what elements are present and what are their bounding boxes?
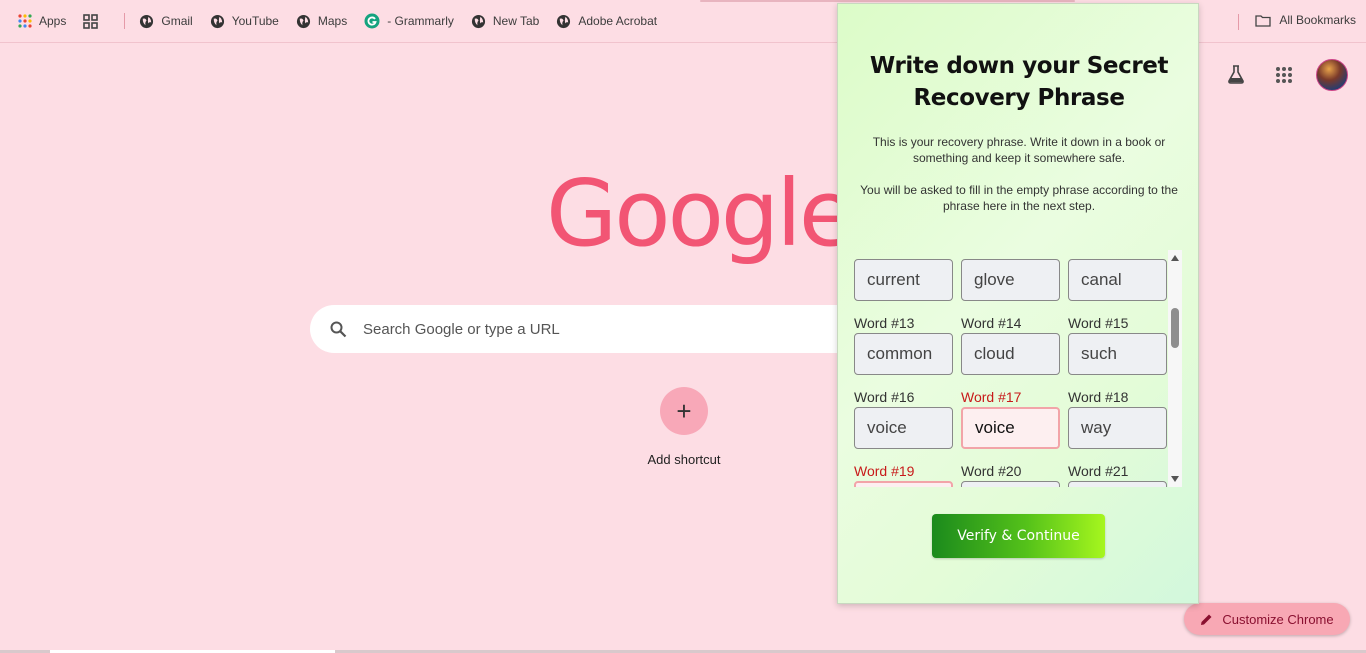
word-label: Word #18 [1068, 389, 1129, 405]
verify-continue-button[interactable]: Verify & Continue [932, 514, 1105, 558]
word-input[interactable]: glove [961, 259, 1060, 301]
word-label: Word #20 [961, 463, 1022, 479]
word-input[interactable] [961, 481, 1060, 487]
word-label: Word #15 [1068, 315, 1129, 331]
word-cell: Word #16 voice [854, 389, 953, 449]
labs-flask-icon[interactable] [1226, 64, 1246, 89]
word-label: Word #21 [1068, 463, 1129, 479]
globe-icon [210, 14, 225, 29]
word-label [1068, 250, 1167, 259]
bookmark-new-tab[interactable]: New Tab [471, 14, 539, 29]
word-cell: glove [961, 250, 1060, 301]
word-cell: Word #13 common [854, 315, 953, 375]
word-input[interactable]: cloud [961, 333, 1060, 375]
profile-avatar[interactable] [1316, 59, 1348, 91]
bookmark-youtube[interactable]: YouTube [210, 14, 279, 29]
popup-instructions-2: You will be asked to fill in the empty p… [860, 183, 1178, 213]
bookmarks-divider [124, 13, 126, 29]
word-cell: Word #15 such [1068, 315, 1167, 375]
word-input[interactable]: current [854, 259, 953, 301]
word-label: Word #19 [854, 463, 915, 479]
bookmark-adobe-acrobat[interactable]: Adobe Acrobat [556, 14, 657, 29]
pencil-icon [1200, 613, 1213, 626]
word-label: Word #13 [854, 315, 915, 331]
word-label: Word #17 [961, 389, 1022, 405]
word-label: Word #16 [854, 389, 915, 405]
word-grid-scrollbar[interactable] [1168, 250, 1182, 487]
scroll-down-arrow-icon[interactable] [1171, 476, 1179, 482]
bookmark-label: - Grammarly [387, 14, 454, 28]
bookmarks-divider [1238, 14, 1240, 30]
search-icon [330, 321, 347, 338]
bookmark-apps[interactable]: Apps [18, 14, 66, 28]
bookmark-maps[interactable]: Maps [296, 14, 347, 29]
word-grid-scroll-area[interactable]: current glove canal Word #13 common Word #14 c… [850, 250, 1183, 487]
bookmark-grammarly[interactable]: - Grammarly [364, 13, 454, 29]
google-apps-icon[interactable] [1275, 66, 1293, 89]
word-input[interactable] [854, 481, 953, 487]
word-input[interactable]: way [1068, 407, 1167, 449]
bookmark-label: YouTube [231, 14, 279, 28]
globe-icon [296, 14, 311, 29]
plus-icon[interactable]: + [660, 387, 708, 435]
word-cell: Word #19 [854, 463, 953, 487]
bookmark-label: Maps [317, 14, 348, 28]
recovery-phrase-popup: Write down your Secret Recovery Phrase T… [837, 3, 1199, 604]
word-label: Word #14 [961, 315, 1022, 331]
word-cell: Word #14 cloud [961, 315, 1060, 375]
word-cell: Word #21 [1068, 463, 1167, 487]
bookmark-label: Gmail [161, 14, 193, 28]
word-input[interactable] [1068, 481, 1167, 487]
bookmark-tab-groups[interactable] [83, 13, 105, 29]
word-label [961, 250, 1060, 259]
bookmark-label: Apps [39, 14, 67, 28]
grammarly-icon [364, 13, 380, 29]
globe-icon [556, 14, 571, 29]
customize-chrome-button[interactable]: Customize Chrome [1184, 603, 1350, 635]
word-input[interactable]: such [1068, 333, 1167, 375]
search-box[interactable]: Search Google or type a URL [310, 305, 870, 353]
word-label [854, 250, 953, 259]
bookmark-gmail[interactable]: Gmail [139, 14, 193, 29]
search-placeholder: Search Google or type a URL [363, 320, 560, 338]
all-bookmarks-button[interactable]: All Bookmarks [1238, 13, 1356, 30]
scroll-up-arrow-icon[interactable] [1171, 255, 1179, 261]
all-bookmarks-label: All Bookmarks [1279, 13, 1356, 27]
word-cell: Word #20 [961, 463, 1060, 487]
scrollbar-thumb[interactable] [1171, 308, 1179, 348]
popup-instructions-1: This is your recovery phrase. Write it d… [872, 135, 1166, 165]
bookmark-label: Adobe Acrobat [578, 14, 658, 28]
word-input[interactable]: voice [854, 407, 953, 449]
customize-chrome-label: Customize Chrome [1222, 611, 1334, 627]
word-cell: Word #17 voice [961, 389, 1060, 449]
word-cell: current [854, 250, 953, 301]
add-shortcut-tile[interactable]: + Add shortcut [646, 387, 722, 467]
google-logo: Google [546, 160, 855, 267]
word-cell: Word #18 way [1068, 389, 1167, 449]
bookmark-label: New Tab [492, 14, 540, 28]
folder-icon [1255, 14, 1271, 27]
word-input[interactable]: canal [1068, 259, 1167, 301]
apps-grid-icon [18, 14, 32, 28]
globe-icon [471, 14, 486, 29]
tab-groups-icon [83, 13, 99, 29]
word-cell: canal [1068, 250, 1167, 301]
add-shortcut-label: Add shortcut [647, 452, 721, 467]
word-input[interactable]: voice [961, 407, 1060, 449]
popup-title: Write down your Secret Recovery Phrase [869, 53, 1169, 111]
globe-icon [139, 14, 154, 29]
word-input[interactable]: common [854, 333, 953, 375]
